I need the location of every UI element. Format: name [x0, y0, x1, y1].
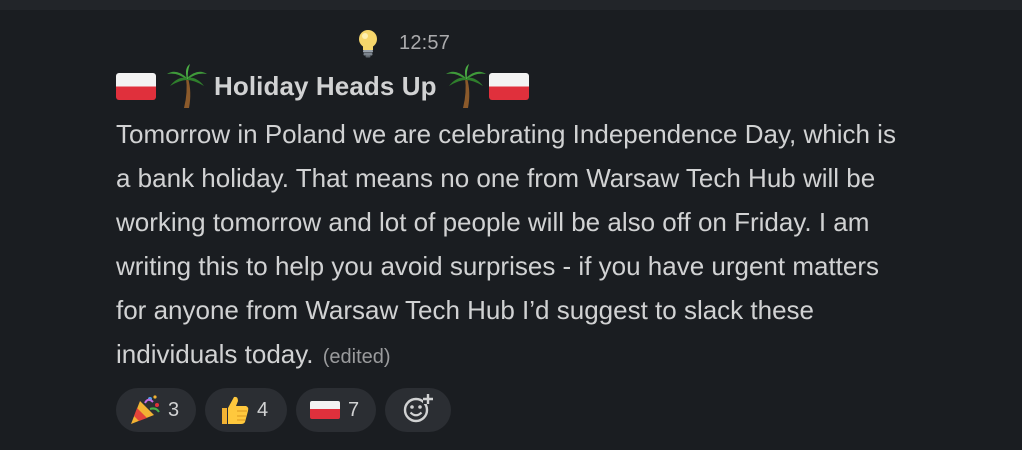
- reaction-thumbs-up[interactable]: 4: [205, 388, 287, 432]
- message-timestamp[interactable]: 12:57: [399, 32, 450, 55]
- reaction-poland-flag[interactable]: 7: [296, 388, 376, 432]
- poland-flag-icon: [116, 72, 156, 100]
- message-body: Tomorrow in Poland we are celebrating In…: [116, 112, 1006, 379]
- poland-flag-icon: [308, 393, 342, 427]
- message-line: Tomorrow in Poland we are celebrating In…: [116, 119, 896, 149]
- message-line: a bank holiday. That means no one from W…: [116, 163, 876, 193]
- message-meta: 12:57: [355, 28, 450, 58]
- message-line: for anyone from Warsaw Tech Hub I’d sugg…: [116, 295, 815, 325]
- reactions-bar: 3 4 7: [116, 388, 451, 432]
- message-line-last: individuals today. (edited): [116, 332, 1006, 379]
- add-reaction-button[interactable]: [385, 388, 451, 432]
- reaction-count: 3: [168, 398, 180, 421]
- message-line: working tomorrow and lot of people will …: [116, 207, 870, 237]
- add-reaction-icon: [401, 391, 435, 430]
- thumbs-up-icon: [217, 393, 251, 427]
- reaction-count: 4: [257, 398, 269, 421]
- poland-flag-icon: [488, 72, 529, 100]
- message-line: individuals today.: [116, 339, 314, 369]
- top-divider-bar: [0, 0, 1022, 10]
- palm-tree-icon: [445, 64, 487, 108]
- message-title: Holiday Heads Up: [214, 70, 437, 101]
- palm-tree-icon: [166, 64, 208, 108]
- message-line: writing this to help you avoid surprises…: [116, 251, 880, 281]
- edited-label: (edited): [322, 346, 391, 368]
- message-title-row: Holiday Heads Up: [116, 64, 529, 108]
- light-bulb-icon: [355, 28, 381, 58]
- party-popper-icon: [128, 393, 162, 427]
- reaction-party-popper[interactable]: 3: [116, 388, 196, 432]
- reaction-count: 7: [348, 398, 360, 421]
- message-container: 12:57 Holiday Heads Up Tomorrow in Polan…: [0, 10, 1022, 450]
